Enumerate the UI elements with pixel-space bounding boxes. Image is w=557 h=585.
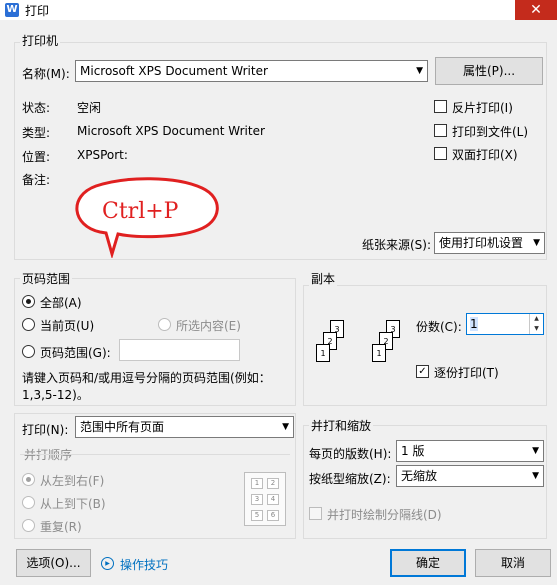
properties-button[interactable]: 属性(P)... [435,57,543,85]
duplex-print-checkbox[interactable] [434,147,447,160]
page-range-input[interactable] [119,339,240,361]
status-value: 空闲 [77,101,102,115]
cancel-button[interactable]: 取消 [475,549,551,577]
location-label: 位置: [22,150,51,164]
scale-label: 按纸型缩放(Z): [309,472,391,486]
range-pages-radio[interactable] [22,345,35,358]
scale-select[interactable]: 无缩放 ▼ [396,465,544,487]
order-repeat-radio [22,519,35,532]
duplex-print-label[interactable]: 双面打印(X) [452,146,518,163]
app-icon: W [5,3,19,17]
range-selection-label: 所选内容(E) [176,319,241,333]
pages-per-sheet-select[interactable]: 1 版 ▼ [396,440,544,462]
tips-link[interactable]: 操作技巧 [120,556,168,573]
location-value: XPSPort: [77,148,128,162]
order-divider [20,454,290,455]
collate-checkbox[interactable]: ✓ [416,365,429,378]
status-label: 状态: [22,101,51,115]
scale-value: 无缩放 [401,469,438,483]
paper-source-label: 纸张来源(S): [362,238,432,252]
order-left-right-radio [22,473,35,486]
pages-per-sheet-label: 每页的版数(H): [309,447,392,461]
ok-button[interactable]: 确定 [390,549,466,577]
range-current-label[interactable]: 当前页(U) [40,317,94,334]
order-top-bottom-radio [22,496,35,509]
print-what-label: 打印(N): [22,423,69,437]
tips-icon[interactable]: ▶ [101,557,114,570]
printer-group-label: 打印机 [20,32,61,49]
range-selection-radio [158,318,171,331]
pages-per-sheet-value: 1 版 [401,444,425,458]
dropdown-arrow-icon: ▼ [416,66,423,76]
reverse-print-label[interactable]: 反片打印(I) [452,99,513,116]
comment-label: 备注: [22,173,51,187]
dropdown-arrow-icon: ▼ [282,422,289,432]
title-bar: W 打印 ✕ [0,0,557,20]
print-to-file-label[interactable]: 打印到文件(L) [452,123,528,140]
collate-pages-icon: 3 2 1 3 2 1 [312,320,408,374]
print-what-select[interactable]: 范围中所有页面 ▼ [75,416,294,438]
close-icon[interactable]: ✕ [515,0,557,20]
zoom-group-label: 并打和缩放 [309,417,374,434]
range-current-radio[interactable] [22,318,35,331]
copies-count-input[interactable]: 1 ▲ ▼ [466,313,544,335]
type-label: 类型: [22,126,51,140]
pages-order-grid-icon: 1 2 3 4 5 6 [244,472,286,526]
annotation-text: Ctrl+P [102,199,179,224]
dropdown-arrow-icon: ▼ [533,238,540,248]
page-range-group-label: 页码范围 [20,270,73,287]
print-what-value: 范围中所有页面 [80,420,165,434]
dropdown-arrow-icon: ▼ [532,446,539,456]
order-repeat-label: 重复(R) [40,520,82,534]
dropdown-arrow-icon: ▼ [532,471,539,481]
copies-count-label: 份数(C): [416,320,462,334]
range-pages-label[interactable]: 页码范围(G): [40,344,111,361]
paper-source-value: 使用打印机设置 [439,236,524,250]
draw-lines-label: 并打时绘制分隔线(D) [327,508,442,522]
printer-name-select[interactable]: Microsoft XPS Document Writer ▼ [75,60,428,82]
paper-source-select[interactable]: 使用打印机设置 ▼ [434,232,545,254]
type-value: Microsoft XPS Document Writer [77,124,265,138]
range-all-radio[interactable] [22,295,35,308]
options-button[interactable]: 选项(O)... [16,549,91,577]
printer-name-value: Microsoft XPS Document Writer [80,64,268,78]
print-to-file-checkbox[interactable] [434,124,447,137]
spin-up-icon[interactable]: ▲ [529,314,543,324]
spin-down-icon[interactable]: ▼ [529,324,543,334]
collate-label[interactable]: 逐份打印(T) [434,364,499,381]
range-all-label[interactable]: 全部(A) [40,294,82,311]
draw-lines-checkbox [309,507,322,520]
order-top-bottom-label: 从上到下(B) [40,497,106,511]
printer-name-label: 名称(M): [22,67,70,81]
reverse-print-checkbox[interactable] [434,100,447,113]
page-range-hint: 请键入页码和/或用逗号分隔的页码范围(例如：1,3,5-12)。 [22,371,271,402]
copies-group-label: 副本 [309,270,338,287]
window-title: 打印 [25,4,50,18]
copies-count-value: 1 [470,317,478,331]
order-left-right-label: 从左到右(F) [40,474,105,488]
